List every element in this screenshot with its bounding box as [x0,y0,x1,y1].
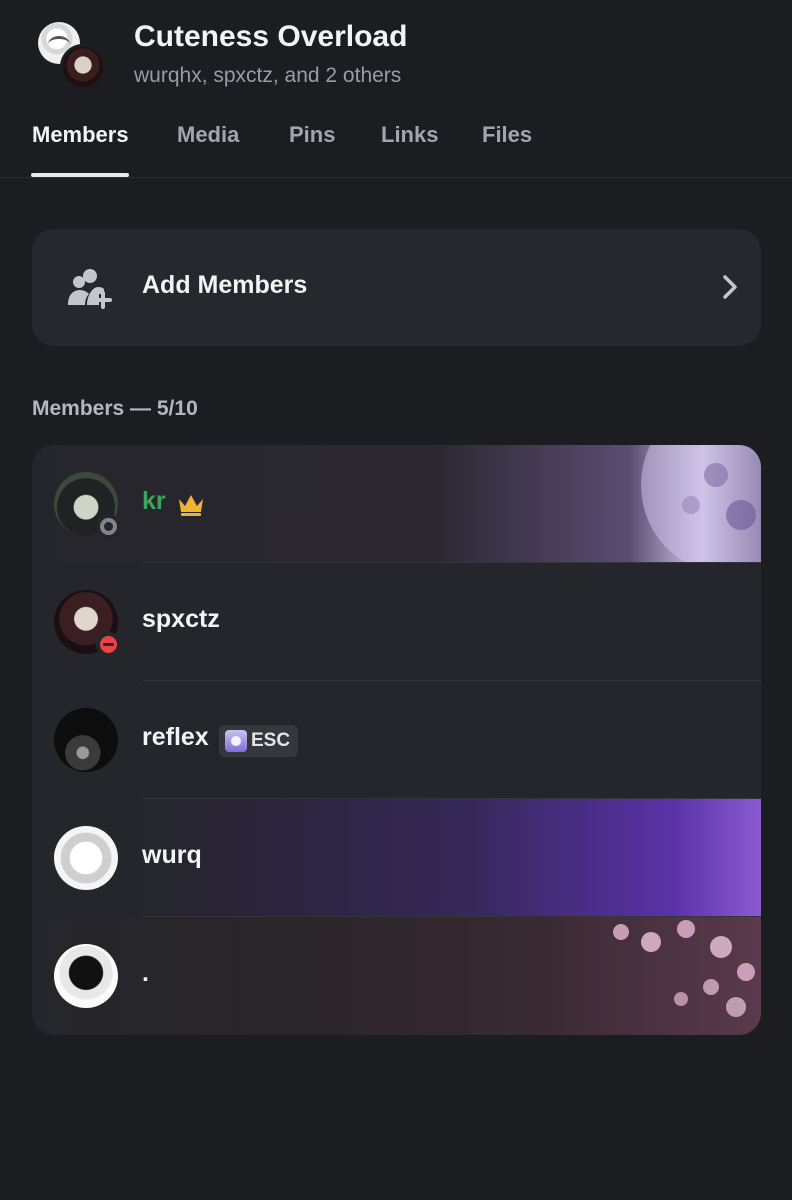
member-name: kr [142,487,166,515]
status-dnd-icon [96,632,121,657]
crown-icon [179,495,203,516]
avatar [54,472,121,539]
tab-members[interactable]: Members [32,122,129,148]
member-row-spxctz[interactable]: spxctz [32,563,761,681]
banner-moon-art [641,445,761,563]
avatar [54,944,118,1008]
avatar-image [54,708,118,772]
group-avatar-member-2 [60,44,106,90]
avatar-image [54,944,118,1008]
active-tab-indicator [31,173,129,177]
member-row-wurq[interactable]: wurq [32,799,761,917]
add-members-label: Add Members [142,271,308,299]
avatar-image [54,826,118,890]
group-avatar[interactable] [38,22,106,90]
tab-files[interactable]: Files [482,122,532,148]
server-tag-text: ESC [251,730,291,751]
member-list: kr spxctz reflex wurq . ESC [32,445,761,1035]
status-idle-icon [96,514,121,539]
member-name: . [142,959,149,987]
tab-links[interactable]: Links [381,122,438,148]
server-tag-icon [225,730,247,752]
avatar [54,590,121,657]
server-tag-badge[interactable]: ESC [219,725,299,757]
banner-blossom-art [613,920,755,1017]
tab-pins[interactable]: Pins [289,122,335,148]
avatar [54,708,118,772]
member-row-reflex[interactable]: reflex [32,681,761,799]
add-user-icon [68,269,112,309]
tab-media[interactable]: Media [177,122,239,148]
tab-bar: Members Media Pins Links Files [0,110,792,178]
group-header: Cuteness Overload wurqhx, spxctz, and 2 … [0,0,792,110]
avatar [54,826,118,890]
add-members-button[interactable]: Add Members [32,229,761,346]
members-section-header: Members — 5/10 [32,397,198,420]
group-title: Cuteness Overload [134,20,408,53]
member-name: wurq [142,841,202,869]
member-name: reflex [142,723,209,751]
group-subtitle: wurqhx, spxctz, and 2 others [134,64,402,87]
member-row-kr[interactable]: kr [32,445,761,563]
member-name: spxctz [142,605,220,633]
chevron-right-icon [723,275,737,299]
member-row-dot[interactable]: . [32,917,761,1035]
